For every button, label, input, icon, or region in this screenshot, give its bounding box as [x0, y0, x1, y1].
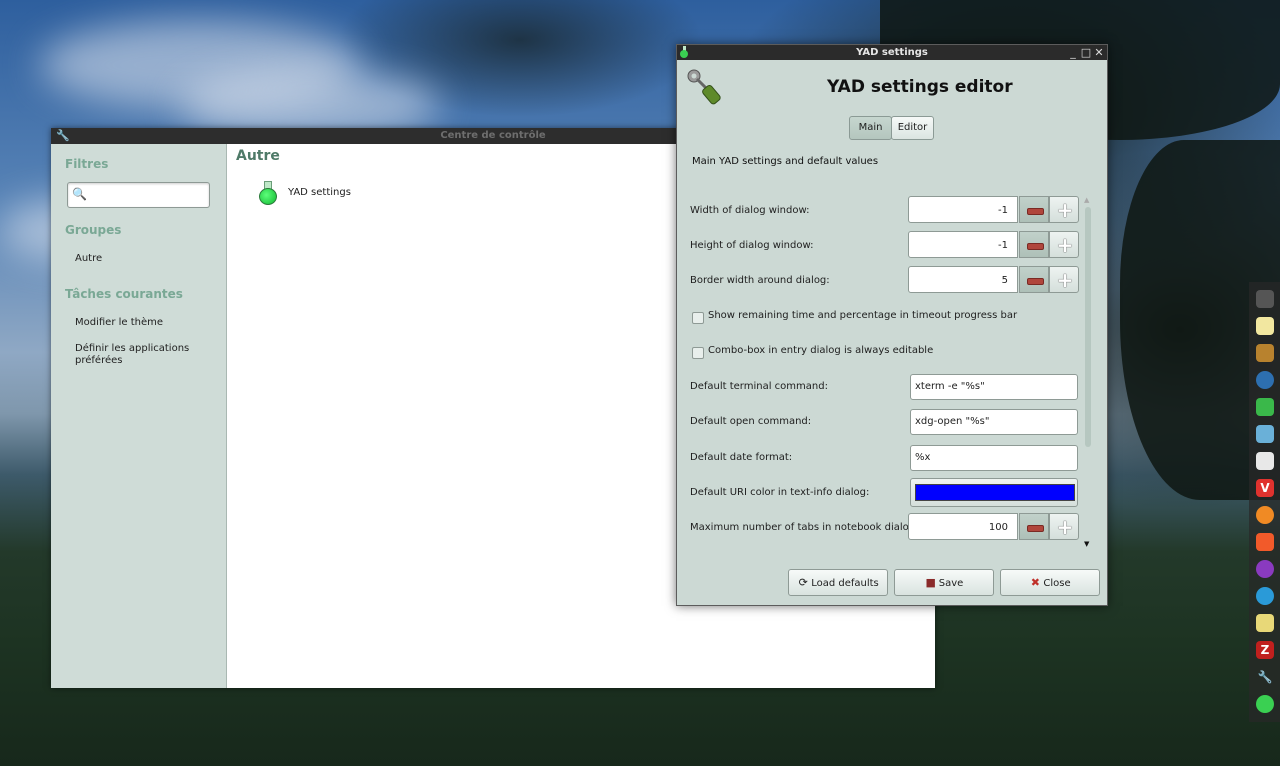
- border-label: Border width around dialog:: [690, 275, 830, 286]
- plus-icon: +: [1056, 233, 1074, 257]
- uri-color-label: Default URI color in text-info dialog:: [690, 487, 870, 498]
- minus-icon: [1027, 278, 1044, 285]
- date-format-label: Default date format:: [690, 452, 793, 463]
- scroll-down-icon[interactable]: ▼: [1084, 540, 1089, 548]
- uri-color-button[interactable]: [910, 478, 1078, 507]
- tab-main[interactable]: Main: [849, 116, 892, 140]
- dialog-title: YAD settings: [856, 47, 928, 58]
- dialog-titlebar[interactable]: YAD settings _ □ ✕: [677, 45, 1107, 60]
- search-input[interactable]: 🔍: [67, 182, 210, 208]
- height-label: Height of dialog window:: [690, 240, 814, 251]
- tasks-heading: Tâches courantes: [65, 287, 183, 301]
- height-spinbox: -1 +: [908, 231, 1079, 260]
- dialog-header-title: YAD settings editor: [827, 77, 1013, 97]
- close-x-icon: ✖: [1030, 576, 1040, 589]
- maximize-icon[interactable]: □: [1080, 45, 1092, 60]
- border-decrement-button[interactable]: [1019, 266, 1049, 293]
- terminal-label: Default terminal command:: [690, 381, 828, 392]
- refresh-icon: ⟳: [798, 576, 808, 589]
- max-tabs-decrement-button[interactable]: [1019, 513, 1049, 540]
- plus-icon: +: [1056, 268, 1074, 292]
- terminal-input[interactable]: xterm -e "%s": [910, 374, 1078, 400]
- floppy-icon: ■: [925, 576, 936, 589]
- sidebar: Filtres 🔍 Groupes Autre Tâches courantes…: [51, 144, 227, 688]
- brave-icon[interactable]: [1256, 533, 1274, 551]
- task-preferred-apps[interactable]: Définir les applications préférées: [75, 343, 215, 367]
- archive-icon[interactable]: [1256, 344, 1274, 362]
- combo-editable-label: Combo-box in entry dialog is always edit…: [708, 345, 934, 356]
- width-input[interactable]: -1: [908, 196, 1018, 223]
- tab-editor[interactable]: Editor: [891, 116, 934, 140]
- vivaldi-icon[interactable]: V: [1256, 479, 1274, 497]
- height-decrement-button[interactable]: [1019, 231, 1049, 258]
- settings-form: Width of dialog window: -1 + Height of d…: [677, 193, 1089, 551]
- screen-icon[interactable]: [1256, 425, 1274, 443]
- flask-icon: [680, 46, 689, 58]
- dialog-description: Main YAD settings and default values: [692, 156, 879, 167]
- show-remaining-label: Show remaining time and percentage in ti…: [708, 310, 1018, 321]
- border-input[interactable]: 5: [908, 266, 1018, 293]
- minus-icon: [1027, 208, 1044, 215]
- network-icon[interactable]: [1256, 371, 1274, 389]
- text-editor-icon[interactable]: [1256, 317, 1274, 335]
- open-label: Default open command:: [690, 416, 812, 427]
- max-tabs-input[interactable]: 100: [908, 513, 1018, 540]
- dock-panel: V Z 🔧: [1249, 282, 1280, 722]
- width-increment-button[interactable]: +: [1049, 196, 1079, 223]
- firefox-icon[interactable]: [1256, 506, 1274, 524]
- max-tabs-label: Maximum number of tabs in notebook dialo…: [690, 522, 919, 533]
- section-title: Autre: [236, 148, 280, 164]
- minimize-icon[interactable]: _: [1067, 45, 1079, 60]
- scrollbar-thumb[interactable]: [1085, 207, 1091, 447]
- width-label: Width of dialog window:: [690, 205, 810, 216]
- scrollbar[interactable]: ▲ ▼: [1083, 195, 1094, 551]
- close-button[interactable]: ✖ Close: [1000, 569, 1100, 596]
- groups-heading: Groupes: [65, 223, 122, 237]
- yad-settings-dialog: YAD settings _ □ ✕ YAD settings editor M…: [676, 44, 1108, 606]
- flask-icon[interactable]: [1256, 695, 1274, 713]
- plus-icon: +: [1056, 515, 1074, 539]
- minus-icon: [1027, 243, 1044, 250]
- launcher-label: YAD settings: [288, 187, 351, 198]
- load-defaults-button[interactable]: ⟳ Load defaults: [788, 569, 888, 596]
- wrench-icon: 🔧: [56, 129, 70, 142]
- combo-editable-checkbox[interactable]: [692, 347, 704, 359]
- launcher-yad-settings[interactable]: YAD settings: [256, 180, 376, 206]
- width-spinbox: -1 +: [908, 196, 1079, 225]
- search-icon: 🔍: [72, 187, 87, 201]
- date-format-input[interactable]: %x: [910, 445, 1078, 471]
- width-decrement-button[interactable]: [1019, 196, 1049, 223]
- flask-icon[interactable]: [1256, 614, 1274, 632]
- close-label: Close: [1043, 578, 1071, 589]
- max-tabs-spinbox: 100 +: [908, 513, 1079, 542]
- window-title: Centre de contrôle: [440, 130, 546, 141]
- max-tabs-increment-button[interactable]: +: [1049, 513, 1079, 540]
- height-input[interactable]: -1: [908, 231, 1018, 258]
- height-increment-button[interactable]: +: [1049, 231, 1079, 258]
- scroll-up-icon[interactable]: ▲: [1084, 196, 1089, 204]
- minus-icon: [1027, 525, 1044, 532]
- load-defaults-label: Load defaults: [811, 578, 879, 589]
- task-modify-theme[interactable]: Modifier le thème: [75, 317, 215, 329]
- sidebar-item-autre[interactable]: Autre: [75, 253, 215, 265]
- settings-editor-icon: [687, 69, 721, 105]
- mail-icon[interactable]: [1256, 452, 1274, 470]
- firefox-dev-icon[interactable]: [1256, 560, 1274, 578]
- telegram-icon[interactable]: [1256, 587, 1274, 605]
- open-input[interactable]: xdg-open "%s": [910, 409, 1078, 435]
- filters-heading: Filtres: [65, 157, 109, 171]
- filezilla-icon[interactable]: Z: [1256, 641, 1274, 659]
- plus-icon: +: [1056, 198, 1074, 222]
- border-increment-button[interactable]: +: [1049, 266, 1079, 293]
- wrench-icon[interactable]: 🔧: [1256, 668, 1274, 686]
- flask-icon: [258, 181, 277, 205]
- yad-icon[interactable]: [1256, 398, 1274, 416]
- terminal-icon[interactable]: [1256, 290, 1274, 308]
- uri-color-swatch: [915, 484, 1075, 501]
- show-remaining-checkbox[interactable]: [692, 312, 704, 324]
- save-button[interactable]: ■ Save: [894, 569, 994, 596]
- save-label: Save: [938, 578, 964, 589]
- border-spinbox: 5 +: [908, 266, 1079, 295]
- close-icon[interactable]: ✕: [1093, 45, 1105, 60]
